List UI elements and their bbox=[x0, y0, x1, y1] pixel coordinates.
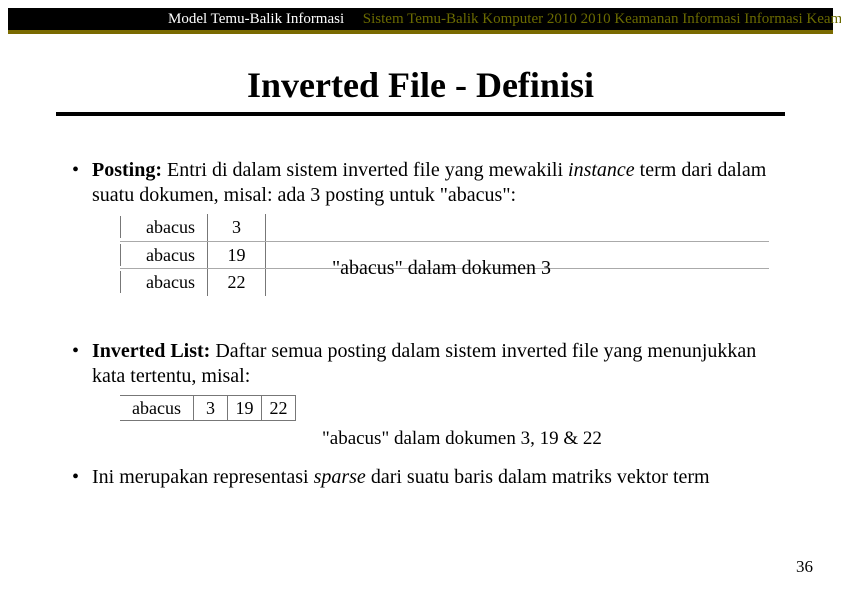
bullet-dot: • bbox=[72, 339, 92, 389]
bullet-sparse: • Ini merupakan representasi sparse dari… bbox=[72, 465, 769, 490]
inverted-table: abacus 3 19 22 bbox=[120, 395, 769, 422]
table-row: abacus 3 19 22 bbox=[120, 395, 769, 422]
header-accent bbox=[8, 30, 833, 34]
inverted-explain: "abacus" dalam dokumen 3, 19 & 22 bbox=[322, 427, 769, 451]
cell-term: abacus bbox=[134, 214, 208, 241]
bullet-text: Ini merupakan representasi sparse dari s… bbox=[92, 465, 769, 490]
content-area: • Posting: Entri di dalam sistem inverte… bbox=[0, 116, 841, 490]
sparse-text-2: dari suatu baris dalam matriks vektor te… bbox=[366, 466, 710, 488]
posting-explain: "abacus" dalam dokumen 3 bbox=[332, 256, 769, 281]
cell-value: 19 bbox=[208, 242, 266, 269]
row-lead bbox=[120, 271, 134, 293]
title-block: Inverted File - Definisi bbox=[0, 64, 841, 116]
bullet-text: Posting: Entri di dalam sistem inverted … bbox=[92, 158, 769, 208]
inverted-label: Inverted List: bbox=[92, 340, 210, 362]
row-lead bbox=[120, 244, 134, 266]
bullet-text: Inverted List: Daftar semua posting dala… bbox=[92, 339, 769, 389]
header-right-text: Sistem Temu-Balik Komputer 2010 2010 Kea… bbox=[363, 11, 841, 28]
row-lead bbox=[120, 216, 134, 238]
cell-value: 19 bbox=[228, 395, 262, 422]
header-left-text: Model Temu-Balik Informasi bbox=[168, 11, 344, 28]
bullet-posting: • Posting: Entri di dalam sistem inverte… bbox=[72, 158, 769, 208]
cell-value: 22 bbox=[208, 269, 266, 296]
bullet-dot: • bbox=[72, 465, 92, 490]
cell-value: 3 bbox=[194, 395, 228, 422]
cell-term: abacus bbox=[134, 242, 208, 269]
posting-label: Posting: bbox=[92, 159, 162, 181]
bullet-dot: • bbox=[72, 158, 92, 208]
cell-term: abacus bbox=[120, 395, 194, 422]
slide: Model Temu-Balik Informasi Sistem Temu-B… bbox=[0, 8, 841, 595]
page-number: 36 bbox=[796, 557, 813, 577]
sparse-italic: sparse bbox=[314, 466, 366, 488]
header-bar: Model Temu-Balik Informasi Sistem Temu-B… bbox=[8, 8, 833, 38]
cell-value: 22 bbox=[262, 395, 296, 422]
posting-italic: instance bbox=[568, 159, 635, 181]
bullet-inverted: • Inverted List: Daftar semua posting da… bbox=[72, 339, 769, 389]
cell-term: abacus bbox=[134, 269, 208, 296]
cell-value: 3 bbox=[208, 214, 266, 241]
sparse-text-1: Ini merupakan representasi bbox=[92, 466, 314, 488]
page-title: Inverted File - Definisi bbox=[0, 64, 841, 106]
posting-text-1: Entri di dalam sistem inverted file yang… bbox=[162, 159, 568, 181]
table-row: abacus 3 bbox=[120, 214, 769, 241]
